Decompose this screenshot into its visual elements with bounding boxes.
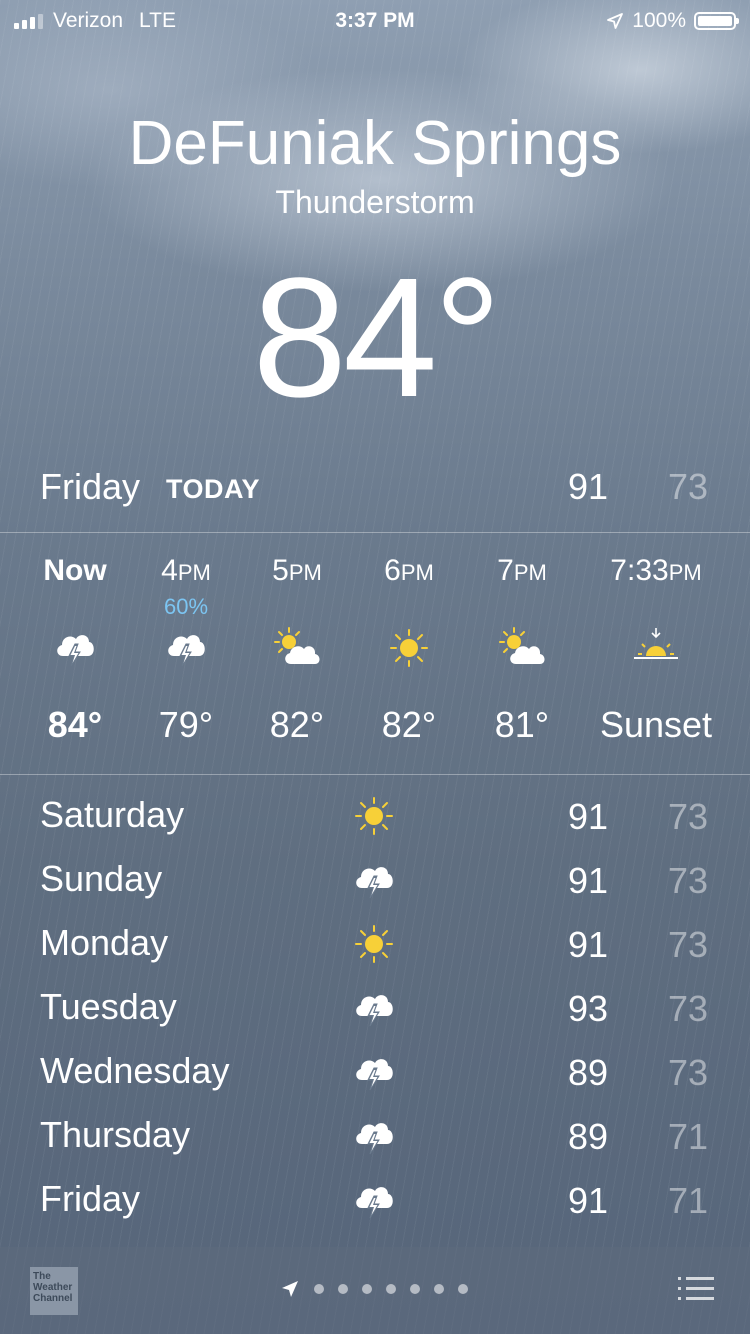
current-condition: Thunderstorm xyxy=(275,184,475,220)
hour-label: 5 xyxy=(272,554,289,587)
daily-row-thursday: Thursday 89 71 xyxy=(0,1112,750,1168)
divider xyxy=(0,774,750,775)
thunderstorm-icon xyxy=(126,626,246,670)
page-dot xyxy=(314,1284,324,1294)
day-high: 89 xyxy=(567,1116,608,1157)
day-name: Friday xyxy=(40,1178,141,1219)
day-low: 73 xyxy=(667,860,708,901)
hour-temp: 82° xyxy=(381,704,437,745)
day-low: 71 xyxy=(667,1180,708,1221)
hour-temp: 81° xyxy=(494,704,550,745)
location-arrow-icon xyxy=(282,1281,298,1297)
today-day: Friday xyxy=(40,466,141,507)
day-name: Tuesday xyxy=(40,986,177,1027)
sunny-icon xyxy=(349,626,469,670)
day-high: 89 xyxy=(567,1052,608,1093)
page-indicator[interactable] xyxy=(280,1279,468,1299)
hour-label: 7 xyxy=(497,554,514,587)
daily-row-tuesday: Tuesday 93 73 xyxy=(0,984,750,1040)
daily-row-friday: Friday 91 71 xyxy=(0,1176,750,1232)
page-dot xyxy=(362,1284,372,1294)
day-name: Sunday xyxy=(40,858,163,899)
hour-label: Now xyxy=(43,554,107,587)
day-name: Saturday xyxy=(40,794,185,835)
day-high: 91 xyxy=(567,924,608,965)
today-summary: Friday TODAY 91 73 xyxy=(0,462,750,512)
daily-row-monday: Monday 91 73 xyxy=(0,920,750,976)
daily-row-sunday: Sunday 91 73 xyxy=(0,856,750,912)
thunderstorm-icon xyxy=(350,986,398,1030)
status-bar: Verizon LTE 3:37 PM 100% xyxy=(0,0,750,40)
page-dot xyxy=(386,1284,396,1294)
day-low: 73 xyxy=(667,1052,708,1093)
hour-ampm: PM xyxy=(400,560,434,585)
hourly-forecast[interactable]: Now 84° 4PM 60% 79° 5PM 82° 6PM 82° 7PM … xyxy=(0,534,750,774)
page-dot xyxy=(458,1284,468,1294)
hour-ampm: PM xyxy=(668,560,702,585)
weather-channel-logo[interactable]: The Weather Channel xyxy=(30,1267,78,1315)
day-high: 91 xyxy=(567,796,608,837)
thunderstorm-icon xyxy=(350,1114,398,1158)
day-high: 91 xyxy=(567,1180,608,1221)
today-high: 91 xyxy=(567,466,608,507)
sunset-icon xyxy=(590,626,722,670)
precip-chance: 60% xyxy=(163,594,209,619)
day-low: 73 xyxy=(667,796,708,837)
day-name: Wednesday xyxy=(40,1050,230,1091)
today-badge: TODAY xyxy=(166,474,261,504)
divider xyxy=(0,532,750,533)
page-dot xyxy=(434,1284,444,1294)
city-name: DeFuniak Springs xyxy=(128,109,622,178)
location-arrow-icon xyxy=(607,13,624,29)
day-low: 73 xyxy=(667,924,708,965)
hour-ampm: PM xyxy=(288,560,322,585)
hour-label: 4 xyxy=(161,554,178,587)
thunderstorm-icon xyxy=(350,1050,398,1094)
page-dot xyxy=(410,1284,420,1294)
day-name: Monday xyxy=(40,922,169,963)
hour-ampm: PM xyxy=(177,560,211,585)
sunny-icon xyxy=(350,794,398,838)
thunderstorm-icon xyxy=(350,1178,398,1222)
hour-ampm: PM xyxy=(513,560,547,585)
page-dot xyxy=(338,1284,348,1294)
daily-row-saturday: Saturday 91 73 xyxy=(0,792,750,848)
hour-label: 7:33 xyxy=(610,554,669,587)
list-icon[interactable] xyxy=(678,1277,714,1303)
hour-temp: 84° xyxy=(47,704,103,745)
battery-icon xyxy=(694,12,739,30)
partly-sunny-icon xyxy=(462,626,582,670)
day-low: 71 xyxy=(667,1116,708,1157)
partly-sunny-icon xyxy=(237,626,357,670)
bottom-toolbar: The Weather Channel xyxy=(0,1247,750,1334)
thunderstorm-icon xyxy=(350,858,398,902)
battery-percent: 100% xyxy=(632,9,686,32)
sunny-icon xyxy=(350,922,398,966)
thunderstorm-icon xyxy=(15,626,135,670)
hour-temp: 79° xyxy=(158,704,214,745)
day-high: 91 xyxy=(567,860,608,901)
day-high: 93 xyxy=(567,988,608,1029)
today-low: 73 xyxy=(667,466,708,507)
current-temperature: 84° xyxy=(252,243,501,433)
hour-temp: 82° xyxy=(269,704,325,745)
day-low: 73 xyxy=(667,988,708,1029)
sunset-label: Sunset xyxy=(599,704,713,745)
hour-label: 6 xyxy=(384,554,401,587)
daily-row-wednesday: Wednesday 89 73 xyxy=(0,1048,750,1104)
day-name: Thursday xyxy=(40,1114,191,1155)
